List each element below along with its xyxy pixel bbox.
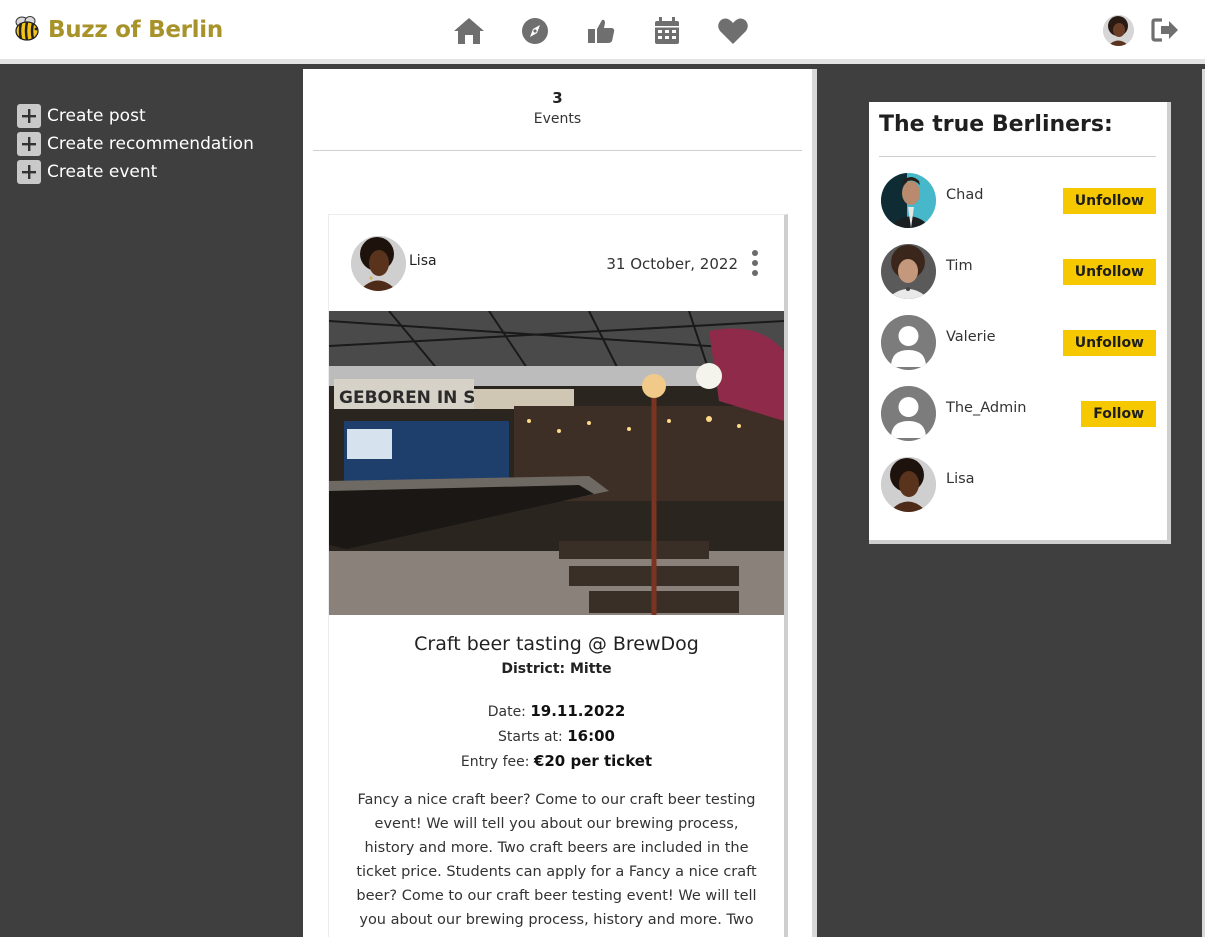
default-avatar-icon[interactable] bbox=[881, 386, 936, 441]
date-label: Date: bbox=[487, 704, 526, 720]
create-recommendation-label: Create recommendation bbox=[47, 134, 254, 154]
left-sidebar: Create post Create recommendation Create… bbox=[0, 69, 303, 937]
list-item: The_Admin Follow bbox=[879, 386, 1156, 442]
plus-icon bbox=[17, 132, 41, 156]
list-item: Tim Unfollow bbox=[879, 244, 1156, 300]
event-start-value: 16:00 bbox=[567, 727, 615, 745]
right-sidebar: The true Berliners: Chad Unfollow Tim Un… bbox=[817, 69, 1205, 937]
brand-name: Buzz of Berlin bbox=[48, 17, 223, 43]
calendar-icon bbox=[654, 17, 679, 44]
berliners-panel: The true Berliners: Chad Unfollow Tim Un… bbox=[869, 102, 1171, 544]
user-name[interactable]: Tim bbox=[946, 258, 973, 274]
main-feed: 3 Events Lisa 31 October, 2022 GEBOREN I bbox=[303, 69, 812, 937]
user-name[interactable]: Lisa bbox=[946, 471, 975, 487]
plus-icon bbox=[17, 160, 41, 184]
unfollow-button[interactable]: Unfollow bbox=[1062, 259, 1156, 285]
unfollow-button[interactable]: Unfollow bbox=[1062, 188, 1156, 214]
nav-explore[interactable] bbox=[516, 14, 553, 48]
avatar[interactable] bbox=[881, 244, 936, 299]
plus-icon bbox=[17, 104, 41, 128]
nav-recommendations[interactable] bbox=[582, 14, 619, 48]
sign-out-icon bbox=[1151, 18, 1178, 42]
events-label: Events bbox=[533, 111, 582, 127]
create-post-label: Create post bbox=[47, 106, 146, 126]
avatar[interactable] bbox=[881, 173, 936, 228]
follow-button[interactable]: Follow bbox=[1081, 401, 1156, 427]
list-item: Chad Unfollow bbox=[879, 173, 1156, 229]
fee-label: Entry fee: bbox=[460, 754, 530, 770]
create-menu: Create post Create recommendation Create… bbox=[17, 102, 254, 186]
list-item: Lisa bbox=[879, 457, 1156, 513]
starts-label: Starts at: bbox=[498, 729, 563, 745]
create-event-button[interactable]: Create event bbox=[17, 158, 254, 186]
event-info: Date: 19.11.2022 Starts at: 16:00 Entry … bbox=[329, 699, 784, 774]
create-recommendation-button[interactable]: Create recommendation bbox=[17, 130, 254, 158]
event-district: District: Mitte bbox=[329, 661, 784, 677]
event-description: Fancy a nice craft beer? Come to our cra… bbox=[356, 792, 757, 937]
list-item: Valerie Unfollow bbox=[879, 315, 1156, 371]
event-details: Craft beer tasting @ BrewDog District: M… bbox=[329, 615, 784, 937]
event-card: Lisa 31 October, 2022 GEBOREN IN SCHOTT bbox=[328, 214, 788, 937]
bee-logo-icon bbox=[12, 13, 42, 47]
thumbs-up-icon bbox=[587, 19, 614, 43]
district-value: Mitte bbox=[570, 661, 612, 677]
events-stat: 3 Events bbox=[313, 69, 802, 151]
event-title: Craft beer tasting @ BrewDog bbox=[414, 633, 699, 655]
divider bbox=[879, 156, 1156, 157]
unfollow-button[interactable]: Unfollow bbox=[1062, 330, 1156, 356]
create-post-button[interactable]: Create post bbox=[17, 102, 254, 130]
compass-icon bbox=[521, 18, 548, 44]
event-fee-row: Entry fee: €20 per ticket bbox=[329, 749, 784, 774]
event-fee-value: €20 per ticket bbox=[533, 752, 653, 770]
event-start-row: Starts at: 16:00 bbox=[329, 724, 784, 749]
user-menu bbox=[1103, 14, 1181, 46]
user-name[interactable]: Valerie bbox=[946, 329, 996, 345]
nav-home[interactable] bbox=[450, 14, 487, 48]
avatar[interactable] bbox=[1103, 14, 1134, 46]
event-image: GEBOREN IN SCHOTT bbox=[329, 311, 784, 615]
navbar: Buzz of Berlin bbox=[0, 0, 1205, 64]
logout-button[interactable] bbox=[1149, 14, 1181, 46]
district-label: District: bbox=[501, 661, 566, 677]
author-avatar[interactable] bbox=[351, 236, 406, 291]
user-name[interactable]: Chad bbox=[946, 187, 983, 203]
post-date: 31 October, 2022 bbox=[606, 255, 738, 273]
default-avatar-icon[interactable] bbox=[881, 315, 936, 370]
heart-icon bbox=[717, 18, 748, 44]
berliners-title: The true Berliners: bbox=[879, 112, 1113, 137]
nav-favorites[interactable] bbox=[714, 14, 751, 48]
main-nav bbox=[450, 14, 780, 48]
events-count: 3 bbox=[552, 89, 563, 107]
event-date-value: 19.11.2022 bbox=[530, 702, 626, 720]
nav-events[interactable] bbox=[648, 14, 685, 48]
card-header: Lisa 31 October, 2022 bbox=[329, 215, 784, 310]
event-date-row: Date: 19.11.2022 bbox=[329, 699, 784, 724]
brand-link[interactable]: Buzz of Berlin bbox=[12, 13, 223, 47]
create-event-label: Create event bbox=[47, 162, 158, 182]
home-icon bbox=[453, 18, 484, 44]
more-options-icon[interactable] bbox=[750, 250, 760, 276]
author-name[interactable]: Lisa bbox=[409, 253, 437, 269]
user-name[interactable]: The_Admin bbox=[946, 400, 1026, 416]
avatar[interactable] bbox=[881, 457, 936, 512]
